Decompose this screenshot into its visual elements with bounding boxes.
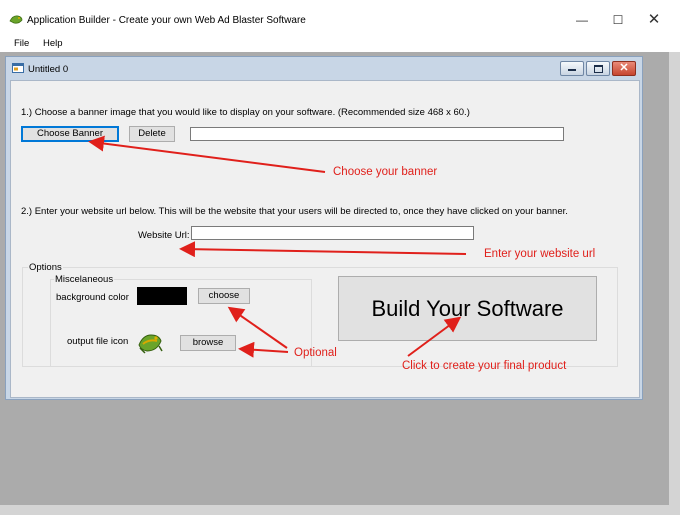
arrow-optional-choose — [227, 306, 288, 349]
arrow-choose-banner — [88, 135, 326, 173]
annotation-arrows — [88, 135, 467, 358]
arrow-optional-browse — [238, 341, 289, 358]
arrow-enter-url — [179, 241, 467, 258]
arrow-build — [407, 316, 462, 357]
